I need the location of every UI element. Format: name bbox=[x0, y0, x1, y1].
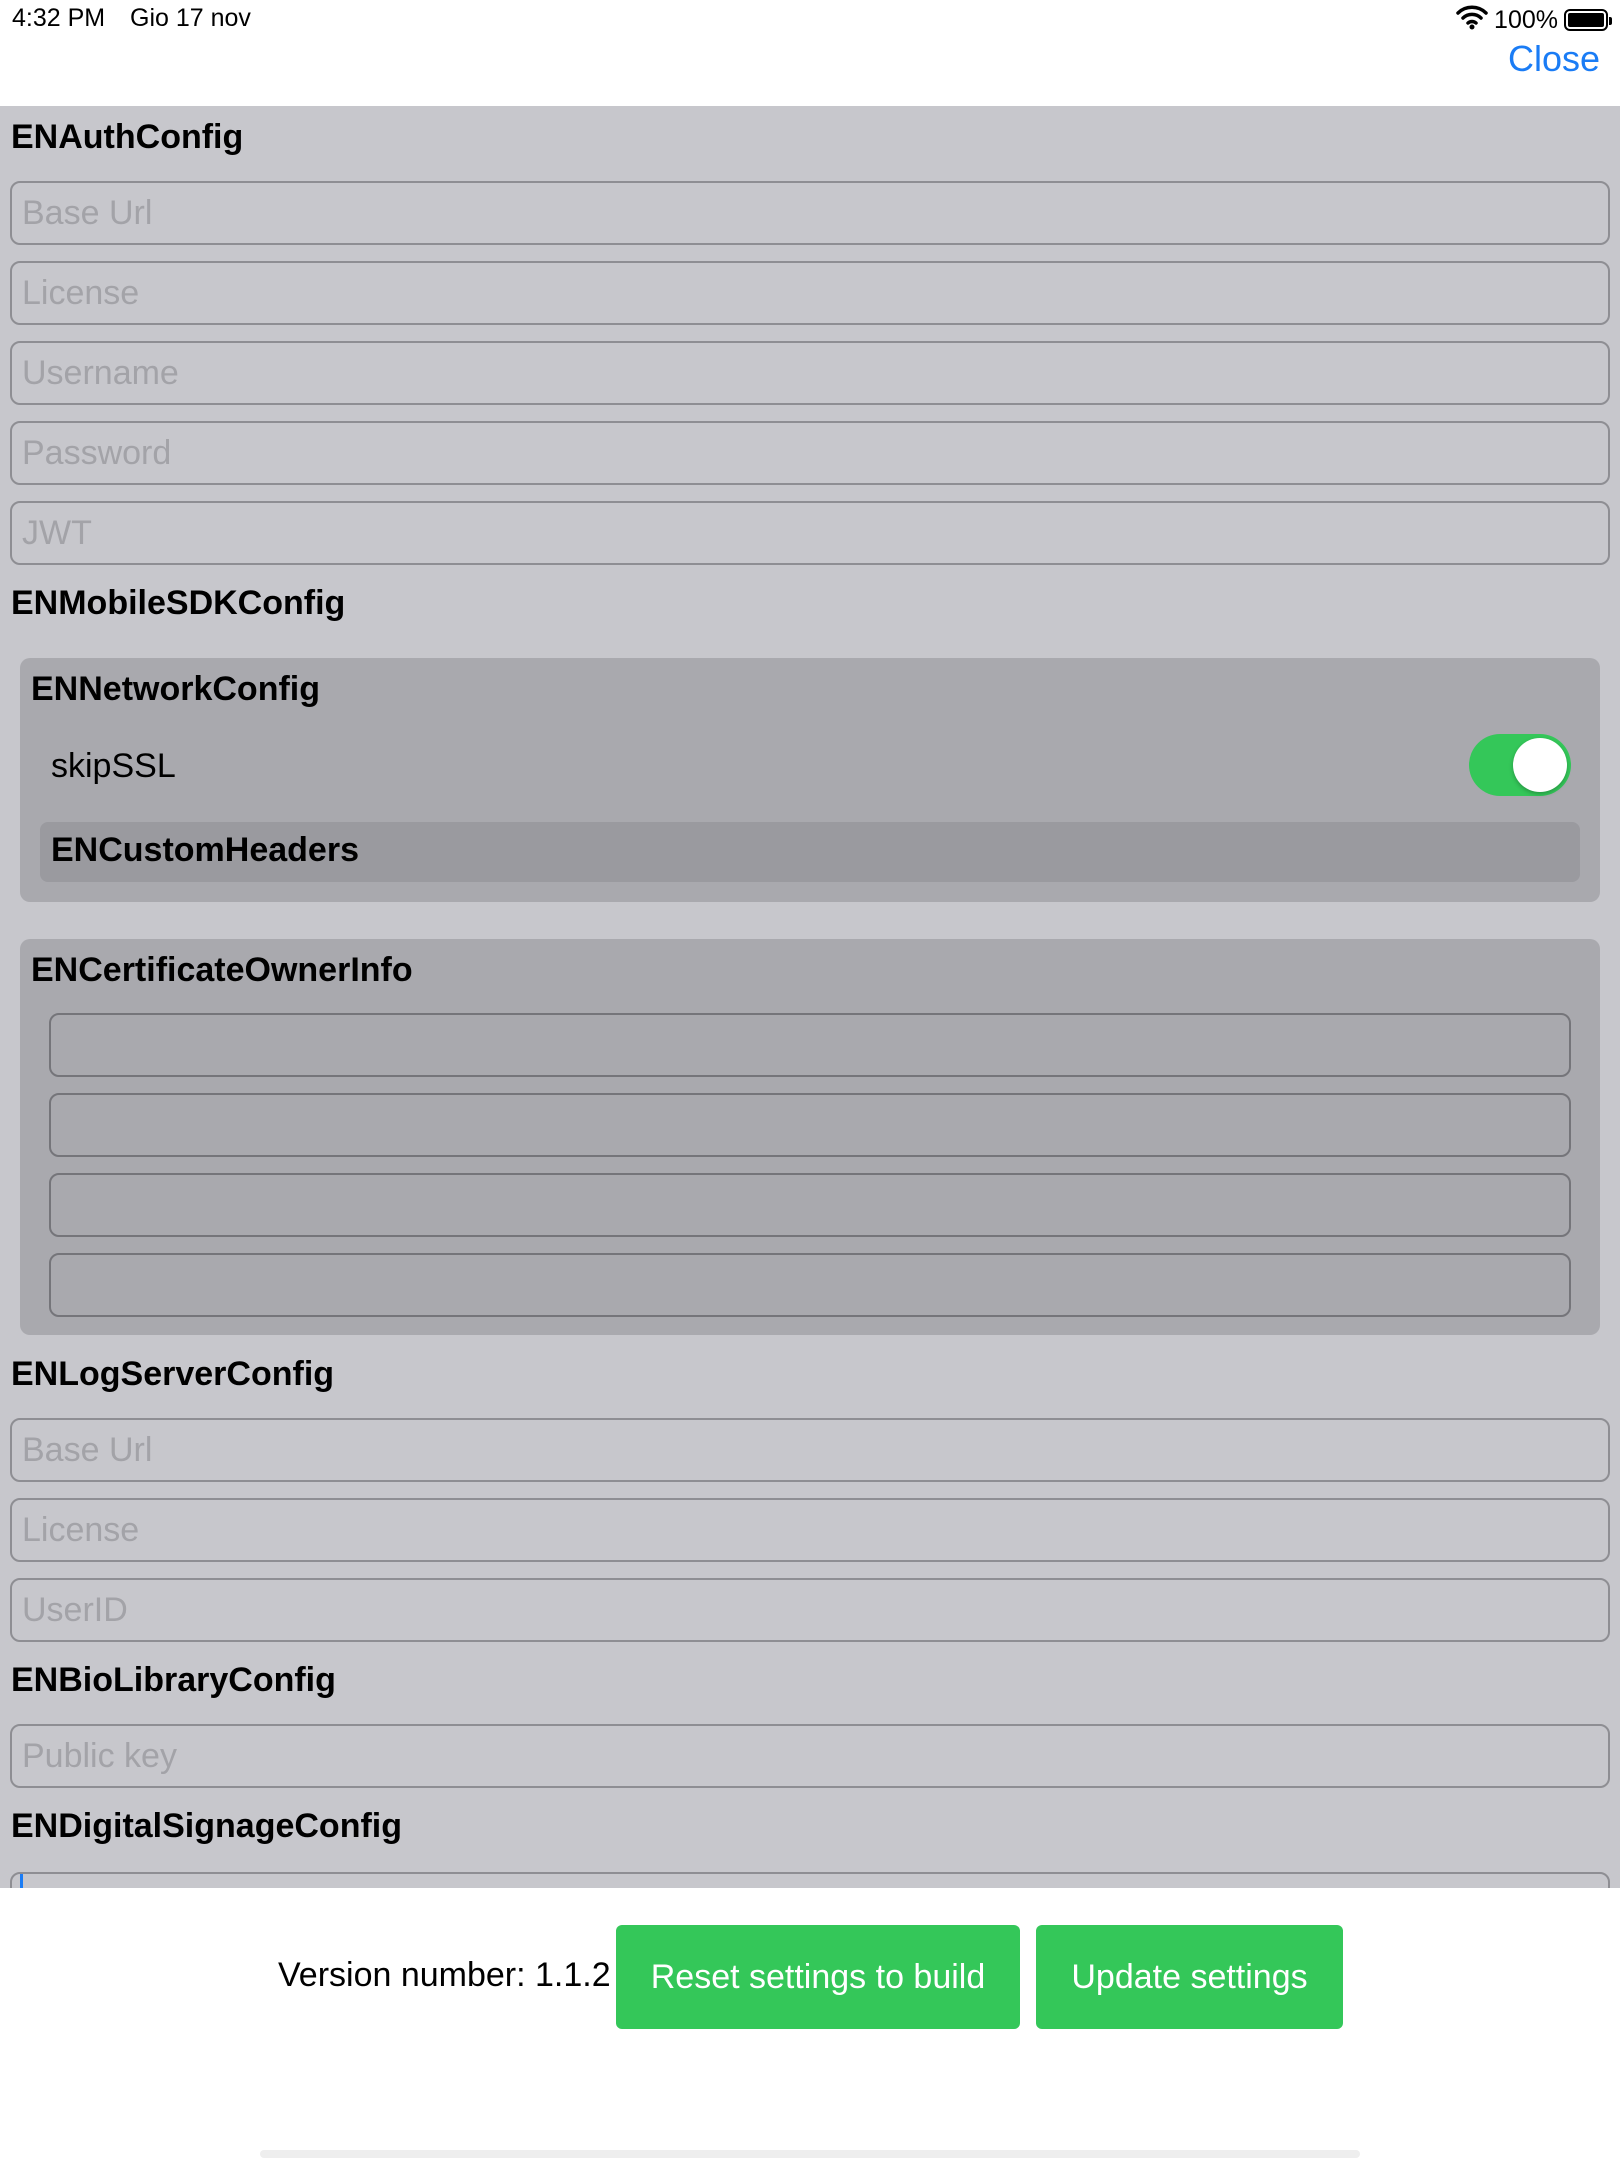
text-cursor bbox=[20, 1874, 23, 1888]
status-date: Gio 17 nov bbox=[130, 4, 251, 32]
skip-ssl-label: skipSSL bbox=[51, 747, 176, 785]
update-settings-button[interactable]: Update settings bbox=[1036, 1925, 1343, 2029]
battery-icon bbox=[1564, 9, 1612, 31]
custom-headers-title: ENCustomHeaders bbox=[51, 831, 359, 869]
version-number-label: Version number: 1.1.2 bbox=[278, 1956, 611, 1994]
toggle-knob bbox=[1513, 738, 1567, 792]
reset-settings-button[interactable]: Reset settings to build bbox=[616, 1925, 1020, 2029]
certificate-owner-field-4[interactable] bbox=[49, 1253, 1571, 1317]
network-config-title: ENNetworkConfig bbox=[31, 670, 320, 708]
log-license-input[interactable] bbox=[10, 1498, 1610, 1562]
auth-base-url-input[interactable] bbox=[10, 181, 1610, 245]
battery-percentage: 100% bbox=[1494, 5, 1558, 34]
status-time: 4:32 PM bbox=[12, 4, 106, 32]
custom-headers-panel[interactable]: ENCustomHeaders bbox=[40, 822, 1580, 882]
close-button[interactable]: Close bbox=[1508, 38, 1600, 80]
certificate-owner-field-2[interactable] bbox=[49, 1093, 1571, 1157]
bio-public-key-input[interactable] bbox=[10, 1724, 1610, 1788]
settings-form: ENAuthConfig ENMobileSDKConfig ENNetwork… bbox=[0, 106, 1620, 1888]
section-title-log-server-config: ENLogServerConfig bbox=[11, 1355, 335, 1393]
auth-jwt-input[interactable] bbox=[10, 501, 1610, 565]
status-indicators: 100% bbox=[1456, 4, 1612, 37]
home-indicator bbox=[260, 2150, 1360, 2158]
log-userid-input[interactable] bbox=[10, 1578, 1610, 1642]
section-title-mobile-sdk-config: ENMobileSDKConfig bbox=[11, 584, 346, 622]
certificate-owner-field-1[interactable] bbox=[49, 1013, 1571, 1077]
wifi-icon bbox=[1456, 4, 1488, 37]
digital-signage-input[interactable] bbox=[10, 1872, 1610, 1888]
network-config-panel: ENNetworkConfig skipSSL ENCustomHeaders bbox=[20, 658, 1600, 902]
certificate-owner-field-3[interactable] bbox=[49, 1173, 1571, 1237]
certificate-owner-info-title: ENCertificateOwnerInfo bbox=[31, 951, 413, 989]
auth-license-input[interactable] bbox=[10, 261, 1610, 325]
section-title-digital-signage-config: ENDigitalSignageConfig bbox=[11, 1807, 402, 1845]
section-title-bio-library-config: ENBioLibraryConfig bbox=[11, 1661, 336, 1699]
log-base-url-input[interactable] bbox=[10, 1418, 1610, 1482]
section-title-auth-config: ENAuthConfig bbox=[11, 118, 244, 156]
auth-username-input[interactable] bbox=[10, 341, 1610, 405]
skip-ssl-toggle[interactable] bbox=[1469, 734, 1571, 796]
certificate-owner-info-panel: ENCertificateOwnerInfo bbox=[20, 939, 1600, 1335]
auth-password-input[interactable] bbox=[10, 421, 1610, 485]
